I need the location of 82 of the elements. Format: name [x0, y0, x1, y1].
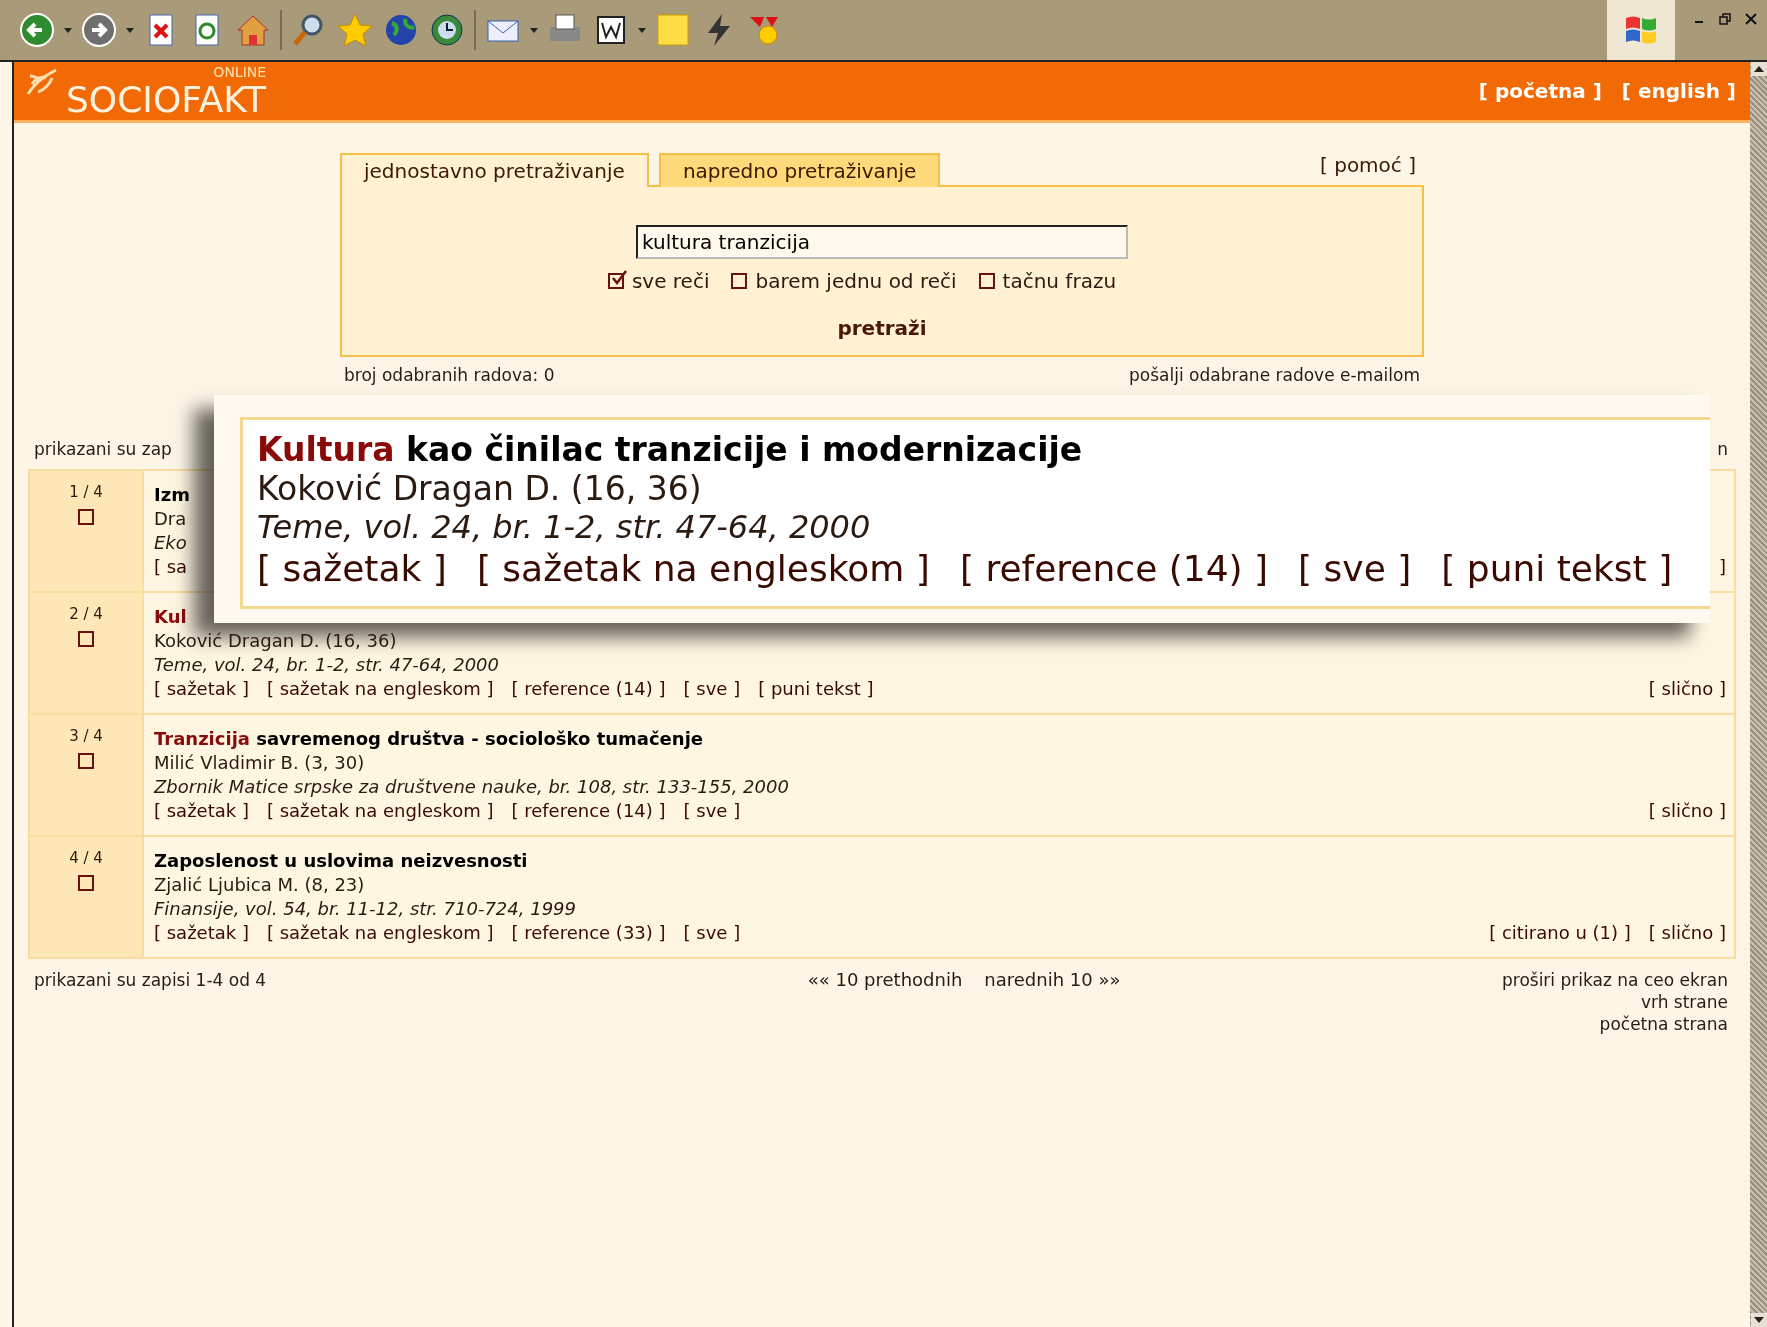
result-author: Dra	[154, 507, 187, 531]
magnified-link[interactable]: [ sažetak na engleskom ]	[476, 546, 930, 592]
next-page-link[interactable]: narednih 10 »»	[984, 969, 1121, 991]
result-link[interactable]: [ slično ]	[1648, 799, 1726, 823]
history-icon[interactable]	[428, 11, 466, 49]
result-number: 4 / 4	[69, 849, 103, 867]
option-label: tačnu frazu	[1002, 269, 1117, 293]
star-icon[interactable]	[336, 11, 374, 49]
magnified-link[interactable]: [ sve ]	[1298, 546, 1412, 592]
checkbox[interactable]	[607, 273, 624, 289]
scroll-up-icon[interactable]	[1750, 62, 1767, 76]
checkbox[interactable]	[78, 875, 94, 891]
result-title[interactable]: Kul	[154, 605, 187, 629]
footer-link[interactable]: vrh strane	[1640, 991, 1728, 1013]
result-link[interactable]: [ sažetak na engleskom ]	[266, 921, 494, 945]
search-field[interactable]: kultura tranzicija	[636, 225, 1128, 259]
result-number: 2 / 4	[69, 605, 103, 623]
caret-icon[interactable]	[530, 27, 538, 33]
search-button[interactable]: pretraži	[831, 315, 933, 341]
result-title[interactable]: Izm	[154, 483, 190, 507]
result-author: Milić Vladimir B. (3, 30)	[154, 751, 365, 775]
scroll-down-icon[interactable]	[1750, 1313, 1767, 1327]
result-link[interactable]: [ puni tekst ]	[758, 677, 874, 701]
magnified-link[interactable]: [ puni tekst ]	[1441, 546, 1673, 592]
result-source: Eko	[154, 531, 187, 555]
result-link[interactable]: [ sa	[154, 555, 188, 579]
footer-link[interactable]: početna strana	[1599, 1013, 1728, 1035]
checkbox[interactable]	[978, 273, 995, 289]
magnified-source: Teme, vol. 24, br. 1-2, str. 47-64, 2000	[257, 508, 872, 546]
result-link[interactable]: [ sažetak ]	[154, 921, 249, 945]
caret-icon[interactable]	[126, 27, 134, 33]
records-summary: prikazani su zapisi 1-4 od 4	[34, 969, 267, 991]
result-source: Teme, vol. 24, br. 1-2, str. 47-64, 2000	[154, 653, 499, 677]
result-number: 1 / 4	[69, 483, 103, 501]
option-label: sve reči	[631, 269, 710, 293]
result-link[interactable]: [ sve ]	[683, 799, 741, 823]
result-link[interactable]: [ reference (14) ]	[511, 799, 666, 823]
result-author: Zjalić Ljubica M. (8, 23)	[154, 873, 365, 897]
magnified-link[interactable]: [ reference (14) ]	[959, 546, 1269, 592]
result-link[interactable]: ]	[1718, 555, 1726, 579]
magnified-link[interactable]: [ sažetak ]	[257, 546, 447, 592]
magnified-title[interactable]: Kultura kao činilac tranzicije i modernizacije	[257, 430, 1696, 470]
caret-icon[interactable]	[638, 27, 646, 33]
scrollbar[interactable]	[1750, 62, 1767, 1327]
result-title[interactable]: Tranzicija savremenog društva - sociološko tumačenje	[154, 727, 704, 751]
footer-link[interactable]: proširi prikaz na ceo ekran	[1502, 969, 1728, 991]
help-link[interactable]: [ pomoć ]	[1320, 153, 1424, 185]
result-link[interactable]: [ reference (14) ]	[511, 677, 666, 701]
logo-superscript: ONLINE	[213, 64, 267, 80]
result-link[interactable]: [ sažetak na engleskom ]	[266, 799, 494, 823]
caret-icon[interactable]	[64, 27, 72, 33]
search-tab[interactable]: napredno pretraživanje	[658, 153, 941, 187]
results-summary-fragment: n	[1717, 439, 1728, 459]
selected-count: broj odabranih radova: 0	[344, 365, 555, 385]
checkbox[interactable]	[731, 273, 748, 289]
result-link[interactable]: [ slično ]	[1648, 921, 1726, 945]
restore-icon[interactable]	[1719, 13, 1731, 25]
result-link[interactable]: [ sažetak ]	[154, 677, 249, 701]
result-link[interactable]: [ citirano u (1) ]	[1489, 921, 1631, 945]
results-summary: prikazani su zap	[34, 439, 172, 459]
result-author: Koković Dragan D. (16, 36)	[154, 629, 397, 653]
checkbox[interactable]	[78, 631, 94, 647]
logo-text: SOCIOFAKT	[66, 82, 267, 118]
search-tab[interactable]: jednostavno pretraživanje	[340, 153, 649, 187]
magnified-author: Koković Dragan D. (16, 36)	[257, 470, 703, 508]
email-link[interactable]: pošalji odabrane radove e-mailom	[1129, 365, 1420, 385]
close-icon[interactable]	[1745, 13, 1757, 25]
result-number: 3 / 4	[69, 727, 103, 745]
result-link[interactable]: [ sve ]	[683, 921, 741, 945]
option-label: barem jednu od reči	[755, 269, 957, 293]
checkbox[interactable]	[78, 753, 94, 769]
windows-logo-icon	[1623, 14, 1659, 46]
previous-page-link[interactable]: «« 10 prethodnih	[807, 969, 963, 991]
result-link[interactable]: [ reference (33) ]	[511, 921, 666, 945]
result-link[interactable]: [ sažetak ]	[154, 799, 249, 823]
result-link[interactable]: [ slično ]	[1648, 677, 1726, 701]
result-source: Zbornik Matice srpske za društvene nauke, br. 108, str. 133-155, 2000	[154, 775, 789, 799]
result-source: Finansije, vol. 54, br. 11-12, str. 710-724, 1999	[154, 897, 576, 921]
result-link[interactable]: [ sažetak na engleskom ]	[266, 677, 494, 701]
result-title[interactable]: Zaposlenost u uslovima neizvesnosti	[154, 849, 528, 873]
result-link[interactable]: [ sve ]	[683, 677, 741, 701]
checkbox[interactable]	[78, 509, 94, 525]
